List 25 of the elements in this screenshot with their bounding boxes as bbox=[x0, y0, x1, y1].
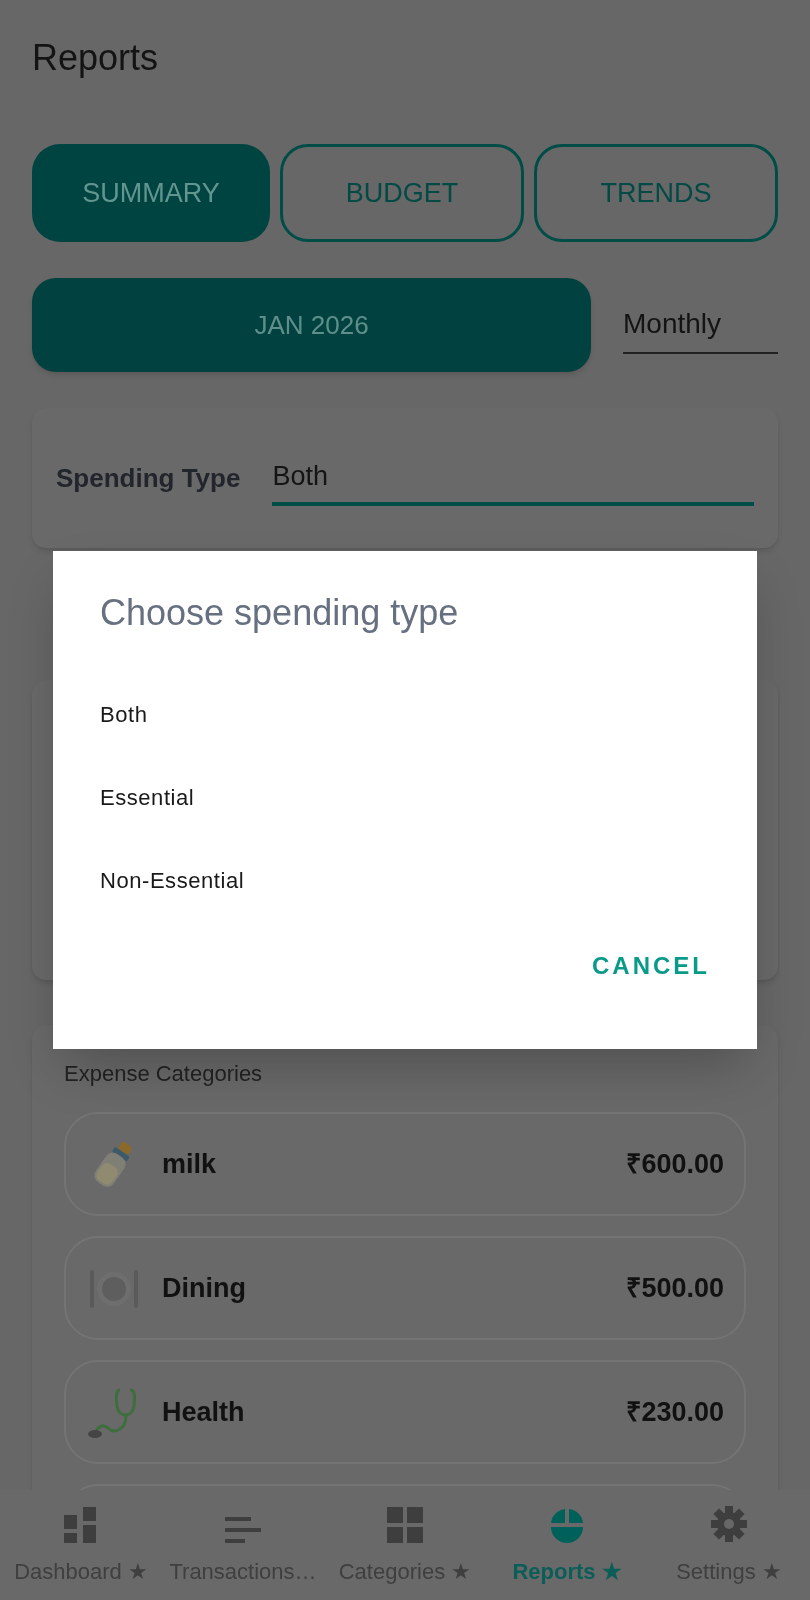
page-title: Reports bbox=[32, 36, 159, 80]
category-amount: ₹500.00 bbox=[626, 1271, 724, 1305]
category-name: milk bbox=[162, 1147, 218, 1181]
tab[interactable]: SUMMARY bbox=[32, 144, 270, 242]
card-title: Expense Categories bbox=[64, 1060, 263, 1088]
period-dropdown[interactable]: Monthly bbox=[623, 296, 778, 354]
category-amount: ₹230.00 bbox=[626, 1395, 724, 1429]
list-icon bbox=[225, 1517, 261, 1543]
pie-chart-icon bbox=[549, 1507, 585, 1543]
filter-label: Spending Type bbox=[56, 461, 241, 495]
dashboard-icon bbox=[64, 1507, 98, 1543]
category-name: Health bbox=[162, 1395, 246, 1429]
spending-type-field[interactable]: Both bbox=[272, 450, 754, 506]
date-button[interactable]: JAN 2026 bbox=[32, 278, 591, 372]
settings-icon bbox=[710, 1505, 748, 1543]
grid-icon bbox=[387, 1507, 423, 1543]
tab[interactable]: TRENDS bbox=[534, 144, 778, 242]
category-name: Dining bbox=[162, 1271, 247, 1305]
category-amount: ₹600.00 bbox=[626, 1147, 724, 1181]
category-row[interactable]: Dining ₹500.00 bbox=[64, 1236, 746, 1340]
dialog-title: Choose spending type bbox=[100, 591, 459, 635]
category-row[interactable]: Health ₹230.00 bbox=[64, 1360, 746, 1464]
category-row[interactable]: milk ₹600.00 bbox=[64, 1112, 746, 1216]
tab[interactable]: BUDGET bbox=[280, 144, 524, 242]
cancel-button[interactable]: CANCEL bbox=[582, 938, 720, 994]
